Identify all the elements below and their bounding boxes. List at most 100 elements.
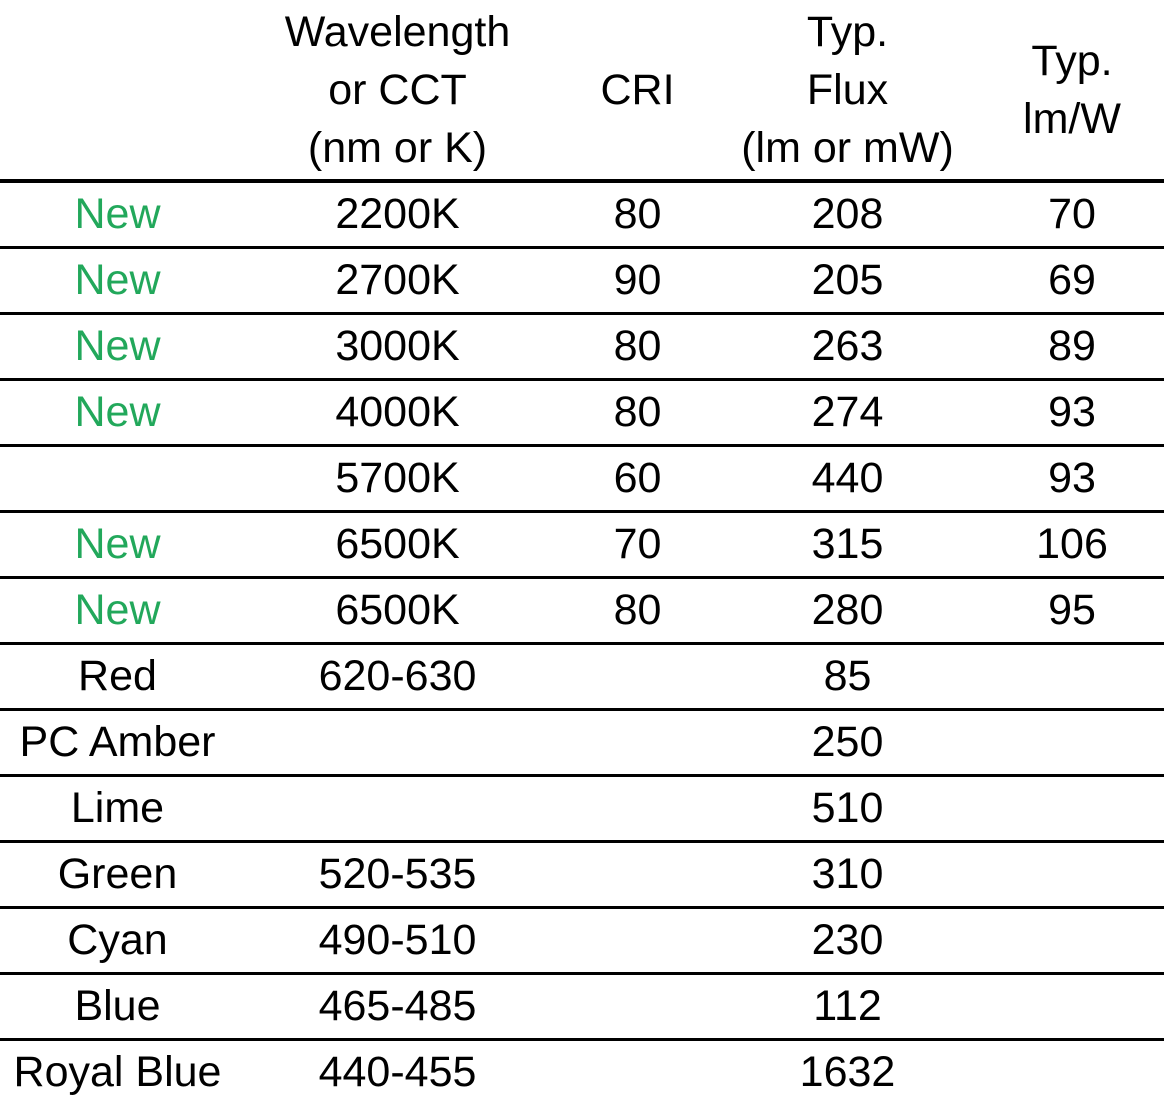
cell-cri: [560, 644, 715, 710]
cell-cri: [560, 776, 715, 842]
new-badge: New: [0, 512, 235, 578]
cell-typ-lm-per-w: 69: [980, 248, 1164, 314]
table-row: New3000K8026389: [0, 314, 1164, 380]
cell-typ-lm-per-w: 93: [980, 380, 1164, 446]
header-line: (nm or K): [235, 119, 560, 177]
cell-typ-lm-per-w: 93: [980, 446, 1164, 512]
cell-typ-flux: 230: [715, 908, 980, 974]
cell-typ-flux: 315: [715, 512, 980, 578]
cell-cri: [560, 908, 715, 974]
cell-typ-lm-per-w: 70: [980, 181, 1164, 248]
cell-typ-lm-per-w: [980, 908, 1164, 974]
table-row: 5700K6044093: [0, 446, 1164, 512]
cell-type: Cyan: [0, 908, 235, 974]
led-specification-table: Wavelength or CCT (nm or K) CRI Typ. Flu…: [0, 0, 1164, 1104]
cell-cri: 70: [560, 512, 715, 578]
cell-wavelength-cct: 2200K: [235, 181, 560, 248]
cell-cri: 80: [560, 578, 715, 644]
cell-typ-lm-per-w: [980, 974, 1164, 1040]
cell-typ-flux: 208: [715, 181, 980, 248]
table-row: Green520-535 310: [0, 842, 1164, 908]
table-row: New6500K8028095: [0, 578, 1164, 644]
cell-type: [0, 446, 235, 512]
table-row: Blue465-485 112: [0, 974, 1164, 1040]
cell-cri: 80: [560, 314, 715, 380]
new-badge: New: [0, 380, 235, 446]
cell-type: Red: [0, 644, 235, 710]
table-body: New2200K8020870New2700K9020569New3000K80…: [0, 181, 1164, 1104]
cell-type: Blue: [0, 974, 235, 1040]
header-line: (lm or mW): [715, 119, 980, 177]
column-header-type: [0, 0, 235, 181]
cell-type: Green: [0, 842, 235, 908]
table-row: Red620-630 85: [0, 644, 1164, 710]
cell-wavelength-cct: 6500K: [235, 578, 560, 644]
header-line: Typ.: [980, 32, 1164, 90]
cell-wavelength-cct: 4000K: [235, 380, 560, 446]
cell-wavelength-cct: 620-630: [235, 644, 560, 710]
cell-typ-flux: 274: [715, 380, 980, 446]
table-header: Wavelength or CCT (nm or K) CRI Typ. Flu…: [0, 0, 1164, 181]
cell-cri: [560, 1040, 715, 1104]
cell-typ-flux: 250: [715, 710, 980, 776]
header-line: Wavelength: [235, 3, 560, 61]
column-header-typ-lm-per-w: Typ. lm/W: [980, 0, 1164, 181]
cell-cri: 80: [560, 380, 715, 446]
column-header-cri: CRI: [560, 0, 715, 181]
cell-wavelength-cct: [235, 776, 560, 842]
header-line: or CCT: [235, 61, 560, 119]
cell-typ-lm-per-w: 89: [980, 314, 1164, 380]
cell-wavelength-cct: 3000K: [235, 314, 560, 380]
table-row: New2700K9020569: [0, 248, 1164, 314]
table-row: Royal Blue440-455 1632: [0, 1040, 1164, 1104]
cell-typ-flux: 510: [715, 776, 980, 842]
cell-cri: [560, 842, 715, 908]
cell-wavelength-cct: 465-485: [235, 974, 560, 1040]
header-line: CRI: [560, 61, 715, 119]
new-badge: New: [0, 578, 235, 644]
cell-cri: 80: [560, 181, 715, 248]
cell-wavelength-cct: 6500K: [235, 512, 560, 578]
cell-cri: [560, 710, 715, 776]
table-row: New6500K70315106: [0, 512, 1164, 578]
cell-typ-flux: 280: [715, 578, 980, 644]
cell-wavelength-cct: 490-510: [235, 908, 560, 974]
cell-typ-lm-per-w: 106: [980, 512, 1164, 578]
table-row: Cyan490-510 230: [0, 908, 1164, 974]
cell-typ-lm-per-w: [980, 644, 1164, 710]
new-badge: New: [0, 248, 235, 314]
cell-typ-flux: 205: [715, 248, 980, 314]
cell-typ-lm-per-w: [980, 776, 1164, 842]
cell-typ-lm-per-w: [980, 1040, 1164, 1104]
cell-typ-flux: 85: [715, 644, 980, 710]
new-badge: New: [0, 181, 235, 248]
cell-typ-flux: 112: [715, 974, 980, 1040]
header-row: Wavelength or CCT (nm or K) CRI Typ. Flu…: [0, 0, 1164, 181]
cell-type: Royal Blue: [0, 1040, 235, 1104]
cell-wavelength-cct: 2700K: [235, 248, 560, 314]
cell-cri: 60: [560, 446, 715, 512]
column-header-typ-flux: Typ. Flux (lm or mW): [715, 0, 980, 181]
cell-type: PC Amber: [0, 710, 235, 776]
cell-typ-flux: 263: [715, 314, 980, 380]
new-badge: New: [0, 314, 235, 380]
table-row: Lime 510: [0, 776, 1164, 842]
column-header-wavelength-cct: Wavelength or CCT (nm or K): [235, 0, 560, 181]
cell-wavelength-cct: 440-455: [235, 1040, 560, 1104]
table-row: New4000K8027493: [0, 380, 1164, 446]
cell-typ-flux: 1632: [715, 1040, 980, 1104]
cell-cri: 90: [560, 248, 715, 314]
cell-wavelength-cct: 520-535: [235, 842, 560, 908]
cell-wavelength-cct: [235, 710, 560, 776]
cell-type: Lime: [0, 776, 235, 842]
cell-typ-flux: 310: [715, 842, 980, 908]
cell-typ-flux: 440: [715, 446, 980, 512]
table-row: New2200K8020870: [0, 181, 1164, 248]
header-line: Flux: [715, 61, 980, 119]
cell-cri: [560, 974, 715, 1040]
table-row: PC Amber 250: [0, 710, 1164, 776]
cell-typ-lm-per-w: [980, 710, 1164, 776]
header-line: Typ.: [715, 3, 980, 61]
cell-typ-lm-per-w: [980, 842, 1164, 908]
cell-wavelength-cct: 5700K: [235, 446, 560, 512]
